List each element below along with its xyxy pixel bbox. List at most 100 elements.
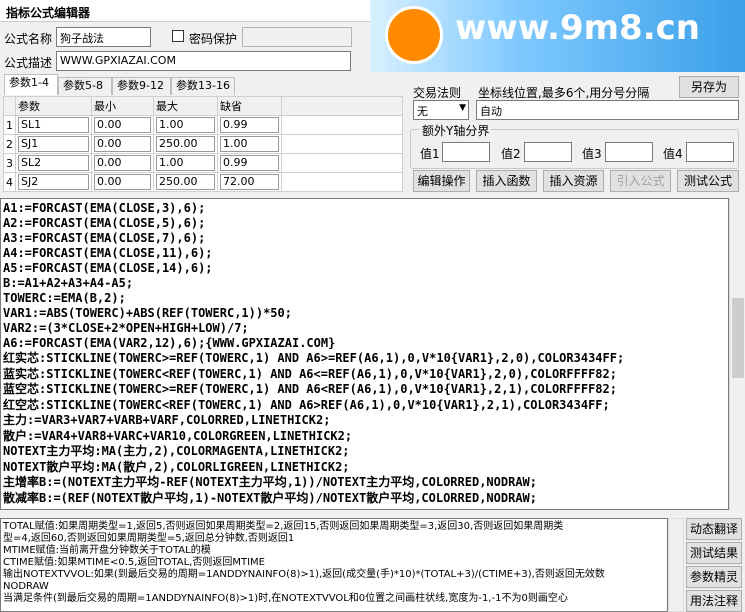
header-param: 参数 <box>15 96 92 116</box>
header-max: 最大 <box>153 96 218 116</box>
param-name-cell[interactable]: SJ1 <box>18 136 89 152</box>
param-name-cell[interactable]: SL1 <box>18 117 89 133</box>
help-line: CTIME赋值:如果MTIME<0.5,返回TOTAL,否则返回MTIME <box>3 557 265 568</box>
code-line: 主力:=VAR3+VAR7+VARB+VARF,COLORRED,LINETHI… <box>3 413 331 427</box>
code-line: A6:=FORCAST(EMA(VAR2,12),6);{WWW.GPXIAZA… <box>3 336 336 350</box>
watermark-banner: www.9m8.cn <box>370 0 745 72</box>
code-editor[interactable]: A1:=FORCAST(EMA(CLOSE,3),6); A2:=FORCAST… <box>0 198 729 510</box>
header-default: 缺省 <box>217 96 282 116</box>
param-wizard-button[interactable]: 参数精灵 <box>686 566 742 588</box>
tab-params-5-8[interactable]: 参数5-8 <box>58 77 112 95</box>
code-line: 蓝空芯:STICKLINE(TOWERC>=REF(TOWERC,1) AND … <box>3 382 617 396</box>
code-line: NOTEXT散户平均:MA(散户,2),COLORLIGREEN,LINETHI… <box>3 459 350 474</box>
password-checkbox[interactable] <box>172 30 184 42</box>
code-line: 红空芯:STICKLINE(TOWERC<REF(TOWERC,1) AND A… <box>3 397 610 412</box>
code-line: B:=A1+A2+A3+A4-A5; <box>3 276 134 290</box>
code-line: VAR1:=ABS(TOWERC)+ABS(REF(TOWERC,1))*50; <box>3 306 292 320</box>
dynamic-translate-button[interactable]: 动态翻译 <box>686 518 742 540</box>
param-max-cell[interactable]: 250.00 <box>156 174 215 190</box>
code-scrollbar[interactable] <box>729 198 745 510</box>
code-line: 散减率B:=(REF(NOTEXT散户平均,1)-NOTEXT散户平均)/NOT… <box>3 490 538 505</box>
test-result-button[interactable]: 测试结果 <box>686 542 742 564</box>
window-title: 指标公式编辑器 <box>6 6 91 20</box>
help-line: 输出NOTEXTVVOL:如果(到最后交易的周期=1ANDDYNAINFO(8)… <box>3 569 605 580</box>
help-scrollbar[interactable] <box>668 518 684 612</box>
scrollbar-thumb[interactable] <box>732 298 744 378</box>
trade-rule-label: 交易法则 <box>413 86 462 100</box>
code-line: NOTEXT主力平均:MA(主力,2),COLORMAGENTA,LINETHI… <box>3 444 350 458</box>
param-max-cell[interactable]: 250.00 <box>156 136 215 152</box>
code-line: VAR2:=(3*CLOSE+2*OPEN+HIGH+LOW)/7; <box>3 321 249 335</box>
code-line: 散户:=VAR4+VAR8+VARC+VAR10,COLORGREEN,LINE… <box>3 428 353 443</box>
header-min: 最小 <box>91 96 154 116</box>
help-line: NODRAW <box>3 581 49 592</box>
v2-input[interactable] <box>524 142 572 162</box>
code-line: 主增率B:=(NOTEXT主力平均-REF(NOTEXT主力平均,1))/NOT… <box>3 475 538 489</box>
edit-button[interactable]: 编辑操作 <box>413 170 470 192</box>
param-row: 1 SL1 0.00 1.00 0.99 <box>3 115 403 135</box>
v1-input[interactable] <box>442 142 490 162</box>
v2-label: 值2 <box>501 147 521 161</box>
code-line: TOWERC:=EMA(B,2); <box>3 291 126 305</box>
param-default-cell[interactable]: 0.99 <box>220 155 279 171</box>
param-min-cell[interactable]: 0.00 <box>94 155 151 171</box>
help-line: TOTAL赋值:如果周期类型=1,返回5,否则返回如果周期类型=2,返回15,否… <box>3 521 564 532</box>
trade-rule-value: 无 <box>417 105 428 118</box>
tab-params-13-16[interactable]: 参数13-16 <box>171 77 235 95</box>
code-line: A2:=FORCAST(EMA(CLOSE,5),6); <box>3 216 206 230</box>
tab-params-9-12[interactable]: 参数9-12 <box>112 77 171 95</box>
code-line: A3:=FORCAST(EMA(CLOSE,7),6); <box>3 231 206 245</box>
insert-resource-button[interactable]: 插入资源 <box>543 170 604 192</box>
param-name-cell[interactable]: SJ2 <box>18 174 89 190</box>
v3-input[interactable] <box>605 142 653 162</box>
help-line: MTIME赋值:当前离开盘分钟数关于TOTAL的模 <box>3 545 211 556</box>
row-index: 4 <box>3 172 16 192</box>
param-name-cell[interactable]: SL2 <box>18 155 89 171</box>
param-row: 3 SL2 0.00 1.00 0.99 <box>3 153 403 173</box>
code-line: 蓝实芯:STICKLINE(TOWERC<REF(TOWERC,1) AND A… <box>3 366 617 381</box>
v4-label: 值4 <box>663 147 683 161</box>
tab-params-1-4[interactable]: 参数1-4 <box>4 74 58 95</box>
row-index: 2 <box>3 134 16 154</box>
v1-label: 值1 <box>420 147 440 161</box>
param-min-cell[interactable]: 0.00 <box>94 136 151 152</box>
code-line: A5:=FORCAST(EMA(CLOSE,14),6); <box>3 261 213 275</box>
v4-input[interactable] <box>686 142 734 162</box>
watermark-text: www.9m8.cn <box>455 8 700 48</box>
password-input[interactable] <box>242 27 352 47</box>
watermark-logo <box>385 6 443 64</box>
name-input[interactable]: 狗子战法 <box>56 27 151 47</box>
desc-input[interactable]: WWW.GPXIAZAI.COM <box>56 51 351 71</box>
test-formula-button[interactable]: 测试公式 <box>677 170 739 192</box>
code-line: 红实芯:STICKLINE(TOWERC>=REF(TOWERC,1) AND … <box>3 351 625 365</box>
param-max-cell[interactable]: 1.00 <box>156 117 215 133</box>
row-index: 3 <box>3 153 16 173</box>
param-default-cell[interactable]: 72.00 <box>220 174 279 190</box>
param-row: 4 SJ2 0.00 250.00 72.00 <box>3 172 403 192</box>
chevron-down-icon: ▼ <box>459 103 466 113</box>
help-panel: TOTAL赋值:如果周期类型=1,返回5,否则返回如果周期类型=2,返回15,否… <box>0 518 668 612</box>
extra-y-label: 额外Y轴分界 <box>420 122 492 139</box>
axis-label: 坐标线位置,最多6个,用分号分隔 <box>478 86 650 100</box>
param-default-cell[interactable]: 1.00 <box>220 136 279 152</box>
param-min-cell[interactable]: 0.00 <box>94 117 151 133</box>
usage-notes-button[interactable]: 用法注释 <box>686 590 742 612</box>
axis-input[interactable]: 自动 <box>476 100 739 120</box>
help-line: 型=4,返回60,否则返回如果周期类型=5,返回总分钟数,否则返回1 <box>3 533 295 544</box>
param-min-cell[interactable]: 0.00 <box>94 174 151 190</box>
desc-label: 公式描述 <box>4 56 53 70</box>
password-label: 密码保护 <box>189 32 238 46</box>
import-formula-button[interactable]: 引入公式 <box>610 170 671 192</box>
help-line: 当满足条件(到最后交易的周期=1ANDDYNAINFO(8)>1)时,在NOTE… <box>3 593 568 604</box>
param-max-cell[interactable]: 1.00 <box>156 155 215 171</box>
param-row: 2 SJ1 0.00 250.00 1.00 <box>3 134 403 154</box>
v3-label: 值3 <box>582 147 602 161</box>
params-table: 参数 最小 最大 缺省 1 SL1 0.00 1.00 0.99 2 SJ1 0… <box>3 96 403 192</box>
name-label: 公式名称 <box>4 32 53 46</box>
insert-function-button[interactable]: 插入函数 <box>476 170 537 192</box>
row-index: 1 <box>3 115 16 135</box>
param-default-cell[interactable]: 0.99 <box>220 117 279 133</box>
code-line: A1:=FORCAST(EMA(CLOSE,3),6); <box>3 201 206 215</box>
trade-rule-select[interactable]: 无 ▼ <box>413 100 469 120</box>
save-as-button[interactable]: 另存为 <box>679 76 739 98</box>
